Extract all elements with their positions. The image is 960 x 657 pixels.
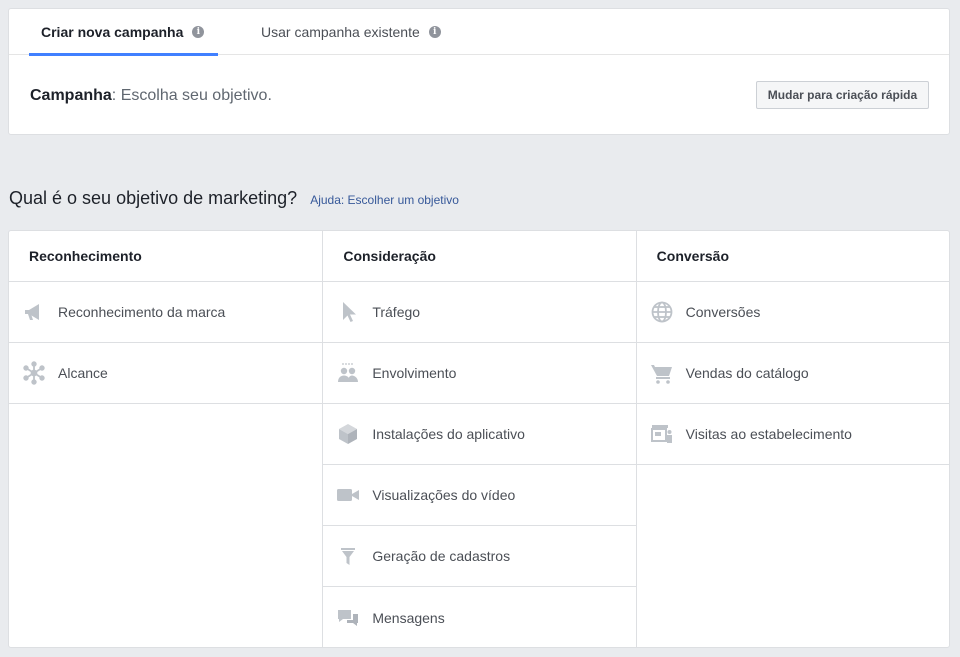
objective-label: Mensagens	[372, 609, 445, 626]
info-icon[interactable]: i	[428, 26, 441, 38]
objective-label: Instalações do aplicativo	[372, 426, 525, 442]
objective-question: Qual é o seu objetivo de marketing?	[9, 188, 298, 208]
box-icon	[335, 421, 361, 447]
objective-label: Visualizações do vídeo	[372, 487, 516, 503]
objective-messages[interactable]: Mensagens	[323, 587, 635, 648]
info-icon[interactable]: i	[192, 26, 205, 38]
funnel-icon	[335, 543, 361, 569]
column-conversion: Conversão Conversões Vendas do catálogo …	[635, 231, 949, 647]
column-title: Conversão	[636, 231, 949, 282]
objective-label: Conversões	[685, 304, 761, 320]
tab-use-existing-campaign[interactable]: Usar campanha existente i	[261, 9, 441, 55]
objective-header: Qual é o seu objetivo de marketing? Ajud…	[9, 188, 459, 209]
campaign-label: Campanha	[30, 87, 112, 104]
globe-icon	[649, 299, 675, 325]
megaphone-icon	[21, 299, 47, 325]
campaign-objective-line: Campanha: Escolha seu objetivo.	[30, 87, 272, 105]
column-awareness: Reconhecimento Reconhecimento da marca A…	[9, 231, 323, 647]
objective-engagement[interactable]: Envolvimento	[323, 343, 636, 404]
column-consideration: Consideração Tráfego Envolvimento Instal…	[322, 231, 636, 648]
objective-store-visits[interactable]: Visitas ao estabelecimento	[636, 404, 949, 465]
campaign-card: Criar nova campanha i Usar campanha exis…	[8, 8, 950, 135]
objective-label: Visitas ao estabelecimento	[685, 426, 852, 442]
objective-label: Geração de cadastros	[372, 548, 511, 564]
tab-create-new-campaign[interactable]: Criar nova campanha i	[28, 9, 219, 56]
objective-reach[interactable]: Alcance	[9, 343, 323, 404]
objective-label: Tráfego	[372, 304, 421, 320]
objective-label: Envolvimento	[372, 365, 457, 381]
objective-grid: Reconhecimento Reconhecimento da marca A…	[8, 230, 950, 648]
objective-label: Reconhecimento da marca	[58, 304, 226, 320]
objective-conversions[interactable]: Conversões	[636, 282, 949, 343]
video-camera-icon	[335, 482, 361, 508]
tab-bar: Criar nova campanha i Usar campanha exis…	[9, 9, 949, 56]
cursor-icon	[335, 299, 361, 325]
store-icon	[649, 421, 675, 447]
campaign-text: : Escolha seu objetivo.	[111, 87, 272, 104]
objective-catalog-sales[interactable]: Vendas do catálogo	[636, 343, 949, 404]
objective-app-installs[interactable]: Instalações do aplicativo	[323, 404, 636, 465]
shopping-cart-icon	[649, 360, 675, 386]
reach-icon	[21, 360, 47, 386]
objective-lead-generation[interactable]: Geração de cadastros	[323, 526, 636, 587]
chat-bubbles-icon	[335, 605, 361, 631]
objective-label: Alcance	[58, 365, 108, 381]
help-link[interactable]: Ajuda: Escolher um objetivo	[310, 193, 459, 207]
objective-label: Vendas do catálogo	[685, 365, 809, 381]
column-title: Reconhecimento	[9, 231, 323, 282]
objective-video-views[interactable]: Visualizações do vídeo	[323, 465, 636, 526]
tab-label: Criar nova campanha	[41, 24, 184, 40]
column-title: Consideração	[323, 231, 636, 282]
objective-brand-awareness[interactable]: Reconhecimento da marca	[9, 282, 323, 343]
tab-label: Usar campanha existente	[261, 24, 420, 40]
people-icon	[335, 360, 361, 386]
objective-traffic[interactable]: Tráfego	[323, 282, 636, 343]
quick-creation-button[interactable]: Mudar para criação rápida	[756, 81, 929, 109]
